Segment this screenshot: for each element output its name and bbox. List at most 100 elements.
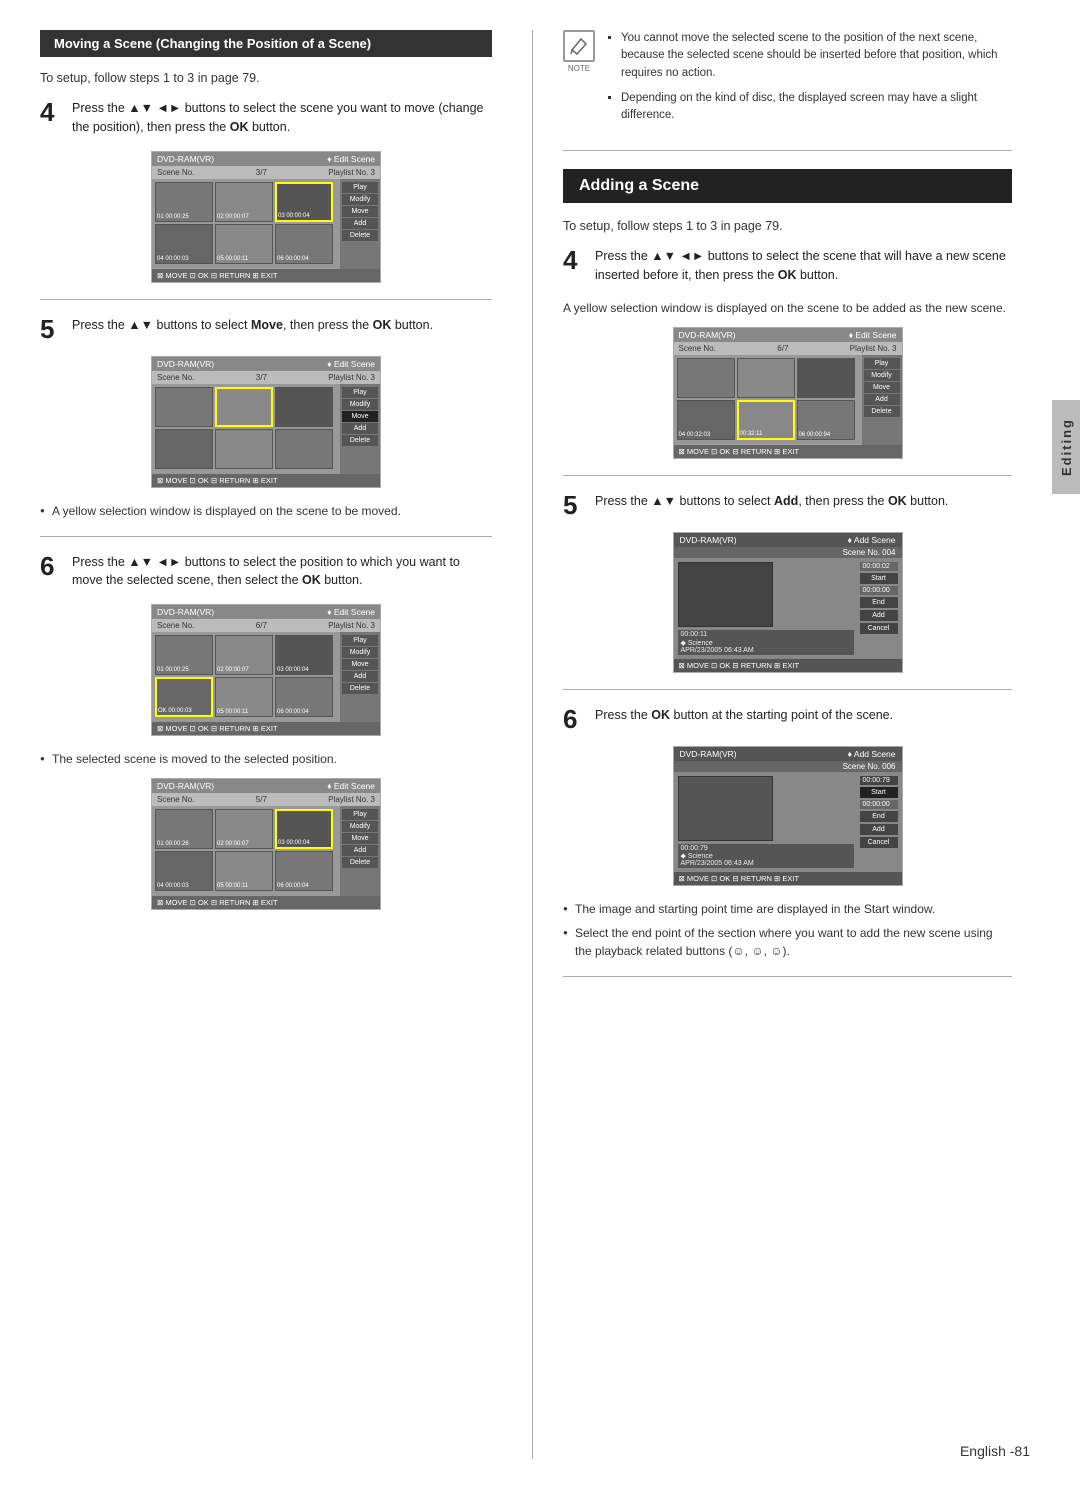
s4-t6: 06 00:00:04 — [275, 851, 333, 891]
add-screen1-main-thumb — [678, 562, 773, 627]
note-label: NOTE — [563, 64, 595, 73]
s4-t5: 05 00:00:11 — [215, 851, 273, 891]
s3-t6: 06 00:00:04 — [275, 677, 333, 717]
screen4-header: DVD-RAM(VR) ♦ Edit Scene — [152, 779, 380, 793]
rs1-row2: 04 00:32:03 00:32:11 06 00:00:94 — [677, 400, 859, 440]
left-step4: 4 Press the ▲▼ ◄► buttons to select the … — [40, 99, 492, 137]
screen1-btn-play: Play — [342, 182, 378, 193]
screen1-subheader: Scene No. 3/7 Playlist No. 3 — [152, 166, 380, 179]
screen2-body: Play Modify Move Add Delete — [152, 384, 380, 474]
thumb-row-1: 01 00:00:25 02 00:00:07 03 00:00:04 — [155, 182, 337, 222]
step6-text: Press the ▲▼ ◄► buttons to select the po… — [72, 553, 492, 591]
s3-t4-sel: OK 00:00:03 — [155, 677, 213, 717]
screen4-btn-move: Move — [342, 833, 378, 844]
right-step4-sub: A yellow selection window is displayed o… — [563, 299, 1012, 317]
screen4-btn-play: Play — [342, 809, 378, 820]
screen2-btn-play: Play — [342, 387, 378, 398]
r-step5-t2: , then press the — [798, 494, 888, 508]
rs1-t4: 04 00:32:03 — [677, 400, 735, 440]
thumb-5: 05 00:00:11 — [215, 224, 273, 264]
screen-add-1: DVD-RAM(VR) ♦ Add Scene Scene No. 004 00… — [673, 532, 903, 673]
right-section-header: Adding a Scene — [563, 169, 1012, 203]
r-step5-number: 5 — [563, 492, 585, 518]
add-screen1-info1: 00:00:11 ◆ Science APR/23/2005 06:43 AM — [678, 630, 854, 655]
s4-row2: 04 00:00:03 05 00:00:11 06 00:00:04 — [155, 851, 337, 891]
s2-thumb-6 — [275, 429, 333, 469]
right-step6: 6 Press the OK button at the starting po… — [563, 706, 1012, 732]
r-step6-text: Press the OK button at the starting poin… — [595, 706, 1012, 725]
screen1-thumbnails: 01 00:00:25 02 00:00:07 03 00:00:04 — [152, 179, 340, 269]
rs1-btn-add: Add — [864, 394, 900, 405]
screen4-body: 01 00:00:26 02 00:00:07 03 00:00:04 04 0… — [152, 806, 380, 896]
thumb-2: 02 00:00:07 — [215, 182, 273, 222]
add-s1-time: 00:00:02 — [860, 562, 898, 571]
step5-text3: button. — [391, 318, 433, 332]
screen3-btn-delete: Delete — [342, 683, 378, 694]
left-section-header: Moving a Scene (Changing the Position of… — [40, 30, 492, 57]
screen3-body: 01 00:00:25 02 00:00:07 03 00:00:04 OK 0… — [152, 632, 380, 722]
thumb-3-selected: 03 00:00:04 — [275, 182, 333, 222]
screen1-btn-add: Add — [342, 218, 378, 229]
rs1-t6: 06 00:00:94 — [797, 400, 855, 440]
screen4-btn-add: Add — [342, 845, 378, 856]
step5-bold1: Move — [251, 318, 283, 332]
r-step6-bold: OK — [651, 708, 670, 722]
rs1-btn-delete: Delete — [864, 406, 900, 417]
s2-thumb-2-sel — [215, 387, 273, 427]
screen1-footer: ⊠ MOVE ⊡ OK ⊟ RETURN ⊞ EXIT — [152, 269, 380, 282]
right-bullet-1: The image and starting point time are di… — [563, 900, 1012, 918]
note-item-2: Depending on the kind of disc, the displ… — [621, 90, 1012, 125]
r-screen1-footer: ⊠ MOVE ⊡ OK ⊟ RETURN ⊞ EXIT — [674, 445, 902, 458]
screen2-buttons: Play Modify Move Add Delete — [340, 384, 380, 474]
left-step5: 5 Press the ▲▼ buttons to select Move, t… — [40, 316, 492, 342]
screen4-footer: ⊠ MOVE ⊡ OK ⊟ RETURN ⊞ EXIT — [152, 896, 380, 909]
add-s2-btn-end: End — [860, 811, 898, 822]
add-screen1-btns: 00:00:02 Start 00:00:00 End Add Cancel — [860, 562, 898, 655]
screen3-btn-play: Play — [342, 635, 378, 646]
add-s1-btn-add: Add — [860, 610, 898, 621]
add-screen1-body: 00:00:11 ◆ Science APR/23/2005 06:43 AM … — [674, 558, 902, 659]
screen4-btn-delete: Delete — [342, 857, 378, 868]
r-step4-text: Press the ▲▼ ◄► buttons to select the sc… — [595, 247, 1012, 285]
screen2-btn-delete: Delete — [342, 435, 378, 446]
thumb-row-2: 04 00:00:03 05 00:00:11 06 00:00:04 — [155, 224, 337, 264]
r-step5-bold1: Add — [774, 494, 798, 508]
bullet-note-2: The selected scene is moved to the selec… — [40, 750, 492, 768]
note-icon-wrapper: NOTE — [563, 30, 595, 132]
screen4-buttons: Play Modify Move Add Delete — [340, 806, 380, 896]
s3-t2: 02 00:00:07 — [215, 635, 273, 675]
screen2-footer: ⊠ MOVE ⊡ OK ⊟ RETURN ⊞ EXIT — [152, 474, 380, 487]
step6-number: 6 — [40, 553, 62, 579]
s2-thumb-4 — [155, 429, 213, 469]
rs1-btn-modify: Modify — [864, 370, 900, 381]
r-screen1-subheader: Scene No. 6/7 Playlist No. 3 — [674, 342, 902, 355]
right-bullet-2: Select the end point of the section wher… — [563, 924, 1012, 960]
s2-thumb-row-1 — [155, 387, 337, 427]
note-content: You cannot move the selected scene to th… — [607, 30, 1012, 132]
step4-text-part2: button. — [248, 120, 290, 134]
s4-t4: 04 00:00:03 — [155, 851, 213, 891]
add-screen2-header: DVD-RAM(VR) ♦ Add Scene — [674, 747, 902, 761]
screen2-btn-move-active: Move — [342, 411, 378, 422]
left-step6: 6 Press the ▲▼ ◄► buttons to select the … — [40, 553, 492, 591]
r-step6-t2: button at the starting point of the scen… — [670, 708, 893, 722]
rs1-t2 — [737, 358, 795, 398]
screen1-btn-modify: Modify — [342, 194, 378, 205]
screen4-btn-modify: Modify — [342, 821, 378, 832]
s3-t3: 03 00:00:04 — [275, 635, 333, 675]
r-screen1-body: 04 00:32:03 00:32:11 06 00:00:94 Play Mo… — [674, 355, 902, 445]
step5-number: 5 — [40, 316, 62, 342]
note-pencil-icon — [569, 36, 589, 56]
r-step5-bold2: OK — [888, 494, 907, 508]
step5-bold2: OK — [373, 318, 392, 332]
r-step5-text: Press the ▲▼ buttons to select Add, then… — [595, 492, 1012, 511]
right-setup-text: To setup, follow steps 1 to 3 in page 79… — [563, 219, 1012, 233]
right-column: NOTE You cannot move the selected scene … — [532, 30, 1012, 1459]
add-s1-btn-start: Start — [860, 573, 898, 584]
r-step4-bold: OK — [778, 268, 797, 282]
screen1-btn-move: Move — [342, 206, 378, 217]
right-step5: 5 Press the ▲▼ buttons to select Add, th… — [563, 492, 1012, 518]
editing-side-tab: Editing — [1052, 400, 1080, 494]
screen1-btn-delete: Delete — [342, 230, 378, 241]
screen4-thumbnails: 01 00:00:26 02 00:00:07 03 00:00:04 04 0… — [152, 806, 340, 896]
